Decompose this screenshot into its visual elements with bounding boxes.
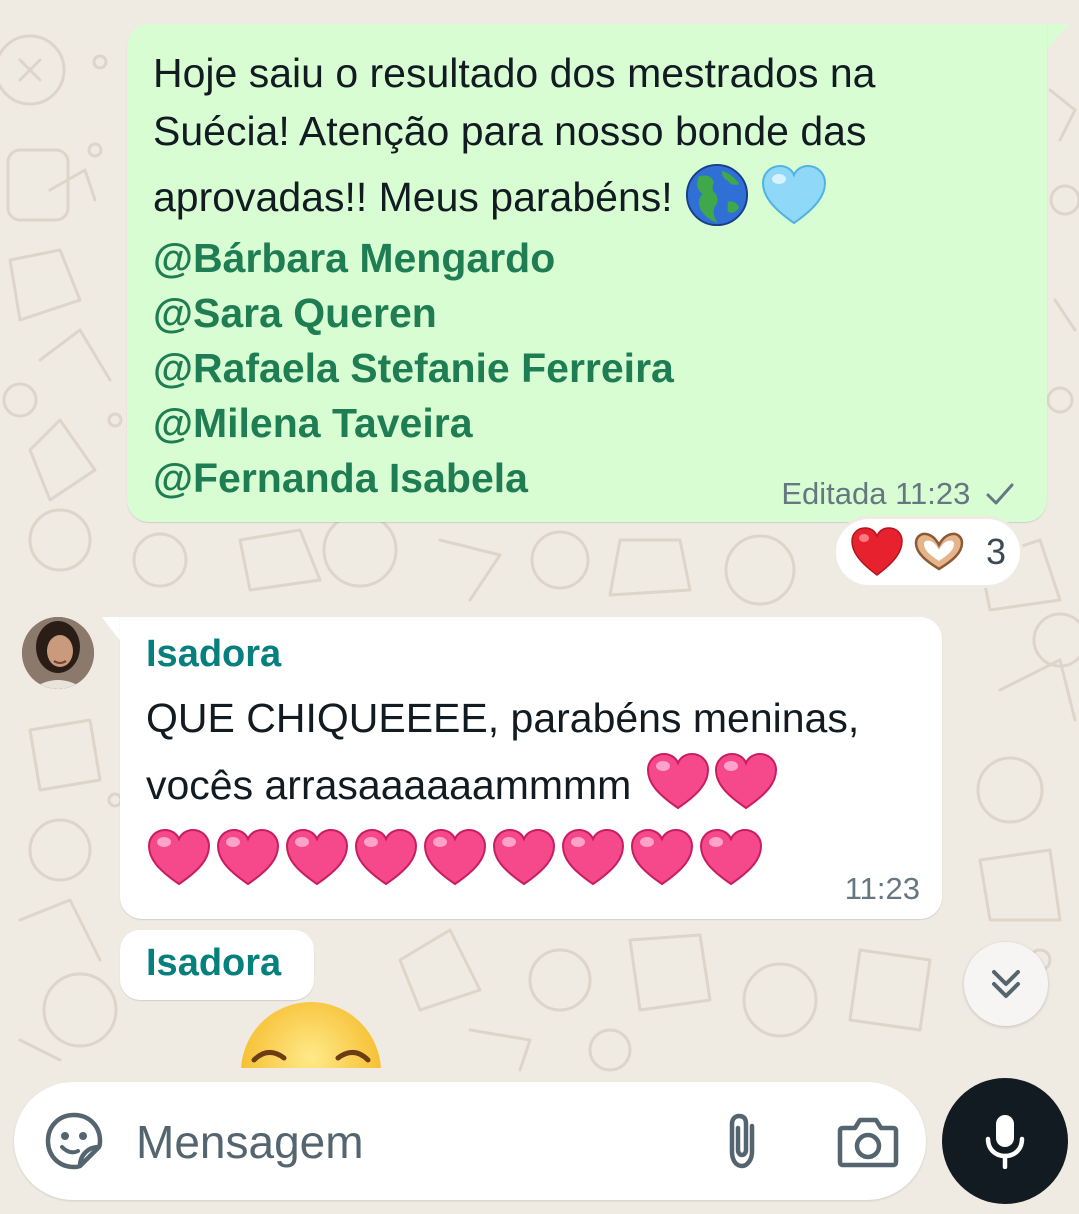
avatar[interactable] — [22, 617, 94, 689]
pink-heart-icon — [354, 828, 418, 886]
pink-heart-icon — [646, 752, 709, 810]
pink-heart-icon — [423, 828, 487, 886]
message-line-with-emoji: aprovadas!! Meus parabéns! — [153, 160, 1013, 234]
sticker-icon[interactable] — [44, 1111, 104, 1171]
mention-link[interactable]: @Rafaela Stefanie Ferreira — [153, 343, 674, 393]
outgoing-message-text: Hoje saiu o resultado dos mestrados na S… — [153, 44, 1013, 234]
sender-name[interactable]: Isadora — [146, 942, 281, 985]
avatar-image — [22, 617, 94, 689]
message-time: 11:23 — [895, 476, 971, 511]
mention-link[interactable]: @Fernanda Isabela — [153, 453, 528, 503]
red-heart-icon — [851, 527, 903, 576]
message-meta: Editada 11:23 — [781, 476, 1015, 512]
sender-name[interactable]: Isadora — [146, 633, 281, 676]
scroll-to-bottom-button[interactable] — [964, 942, 1048, 1026]
reaction-count: 3 — [986, 531, 1007, 572]
relieved-face-icon — [240, 1002, 382, 1068]
mention-link[interactable]: @Sara Queren — [153, 288, 437, 338]
message-line: Suécia! Atenção para nosso bonde das — [153, 108, 867, 154]
message-line: Hoje saiu o resultado dos mestrados na — [153, 50, 876, 96]
message-line-with-emoji: vocês arrasaaaaaammmm — [146, 751, 936, 818]
single-check-icon — [986, 483, 1014, 505]
microphone-icon — [985, 1115, 1025, 1169]
pink-heart-icon — [630, 828, 694, 886]
mention-link[interactable]: @Milena Taveira — [153, 398, 473, 448]
incoming-message-bubble-2[interactable]: Isadora — [120, 930, 314, 1000]
double-chevron-down-icon — [992, 970, 1020, 998]
pink-heart-icon — [285, 828, 349, 886]
incoming-message-text: QUE CHIQUEEEE, parabéns meninas, vocês a… — [146, 685, 936, 818]
outgoing-bubble-tail — [1043, 24, 1069, 50]
voice-message-button[interactable] — [942, 1078, 1068, 1204]
incoming-message-bubble[interactable]: Isadora QUE CHIQUEEEE, parabéns meninas,… — [120, 617, 942, 919]
message-reactions[interactable]: 3 — [833, 516, 1023, 588]
light-blue-heart-icon — [762, 164, 827, 225]
pink-heart-icon — [699, 828, 763, 886]
message-input[interactable] — [136, 1112, 696, 1172]
pink-heart-icon — [561, 828, 625, 886]
message-time: 11:23 — [844, 871, 920, 906]
pink-heart-icon — [714, 752, 777, 810]
message-line: vocês arrasaaaaaammmm — [146, 762, 632, 808]
pink-heart-icon — [492, 828, 556, 886]
message-composer — [14, 1082, 926, 1200]
inline-pink-hearts — [643, 752, 779, 810]
pink-heart-icon — [216, 828, 280, 886]
message-line: QUE CHIQUEEEE, parabéns meninas, — [146, 695, 860, 741]
pink-heart-icon — [147, 828, 211, 886]
globe-americas-icon — [686, 163, 749, 227]
paperclip-icon[interactable] — [718, 1112, 768, 1172]
message-line: aprovadas!! Meus parabéns! — [153, 174, 673, 220]
outgoing-message-bubble[interactable]: Hoje saiu o resultado dos mestrados na S… — [127, 24, 1047, 522]
mention-link[interactable]: @Bárbara Mengardo — [153, 233, 555, 283]
camera-icon[interactable] — [837, 1112, 899, 1170]
pink-hearts-row — [146, 827, 767, 891]
edited-label: Editada — [781, 476, 887, 511]
heart-hands-icon — [914, 532, 964, 571]
